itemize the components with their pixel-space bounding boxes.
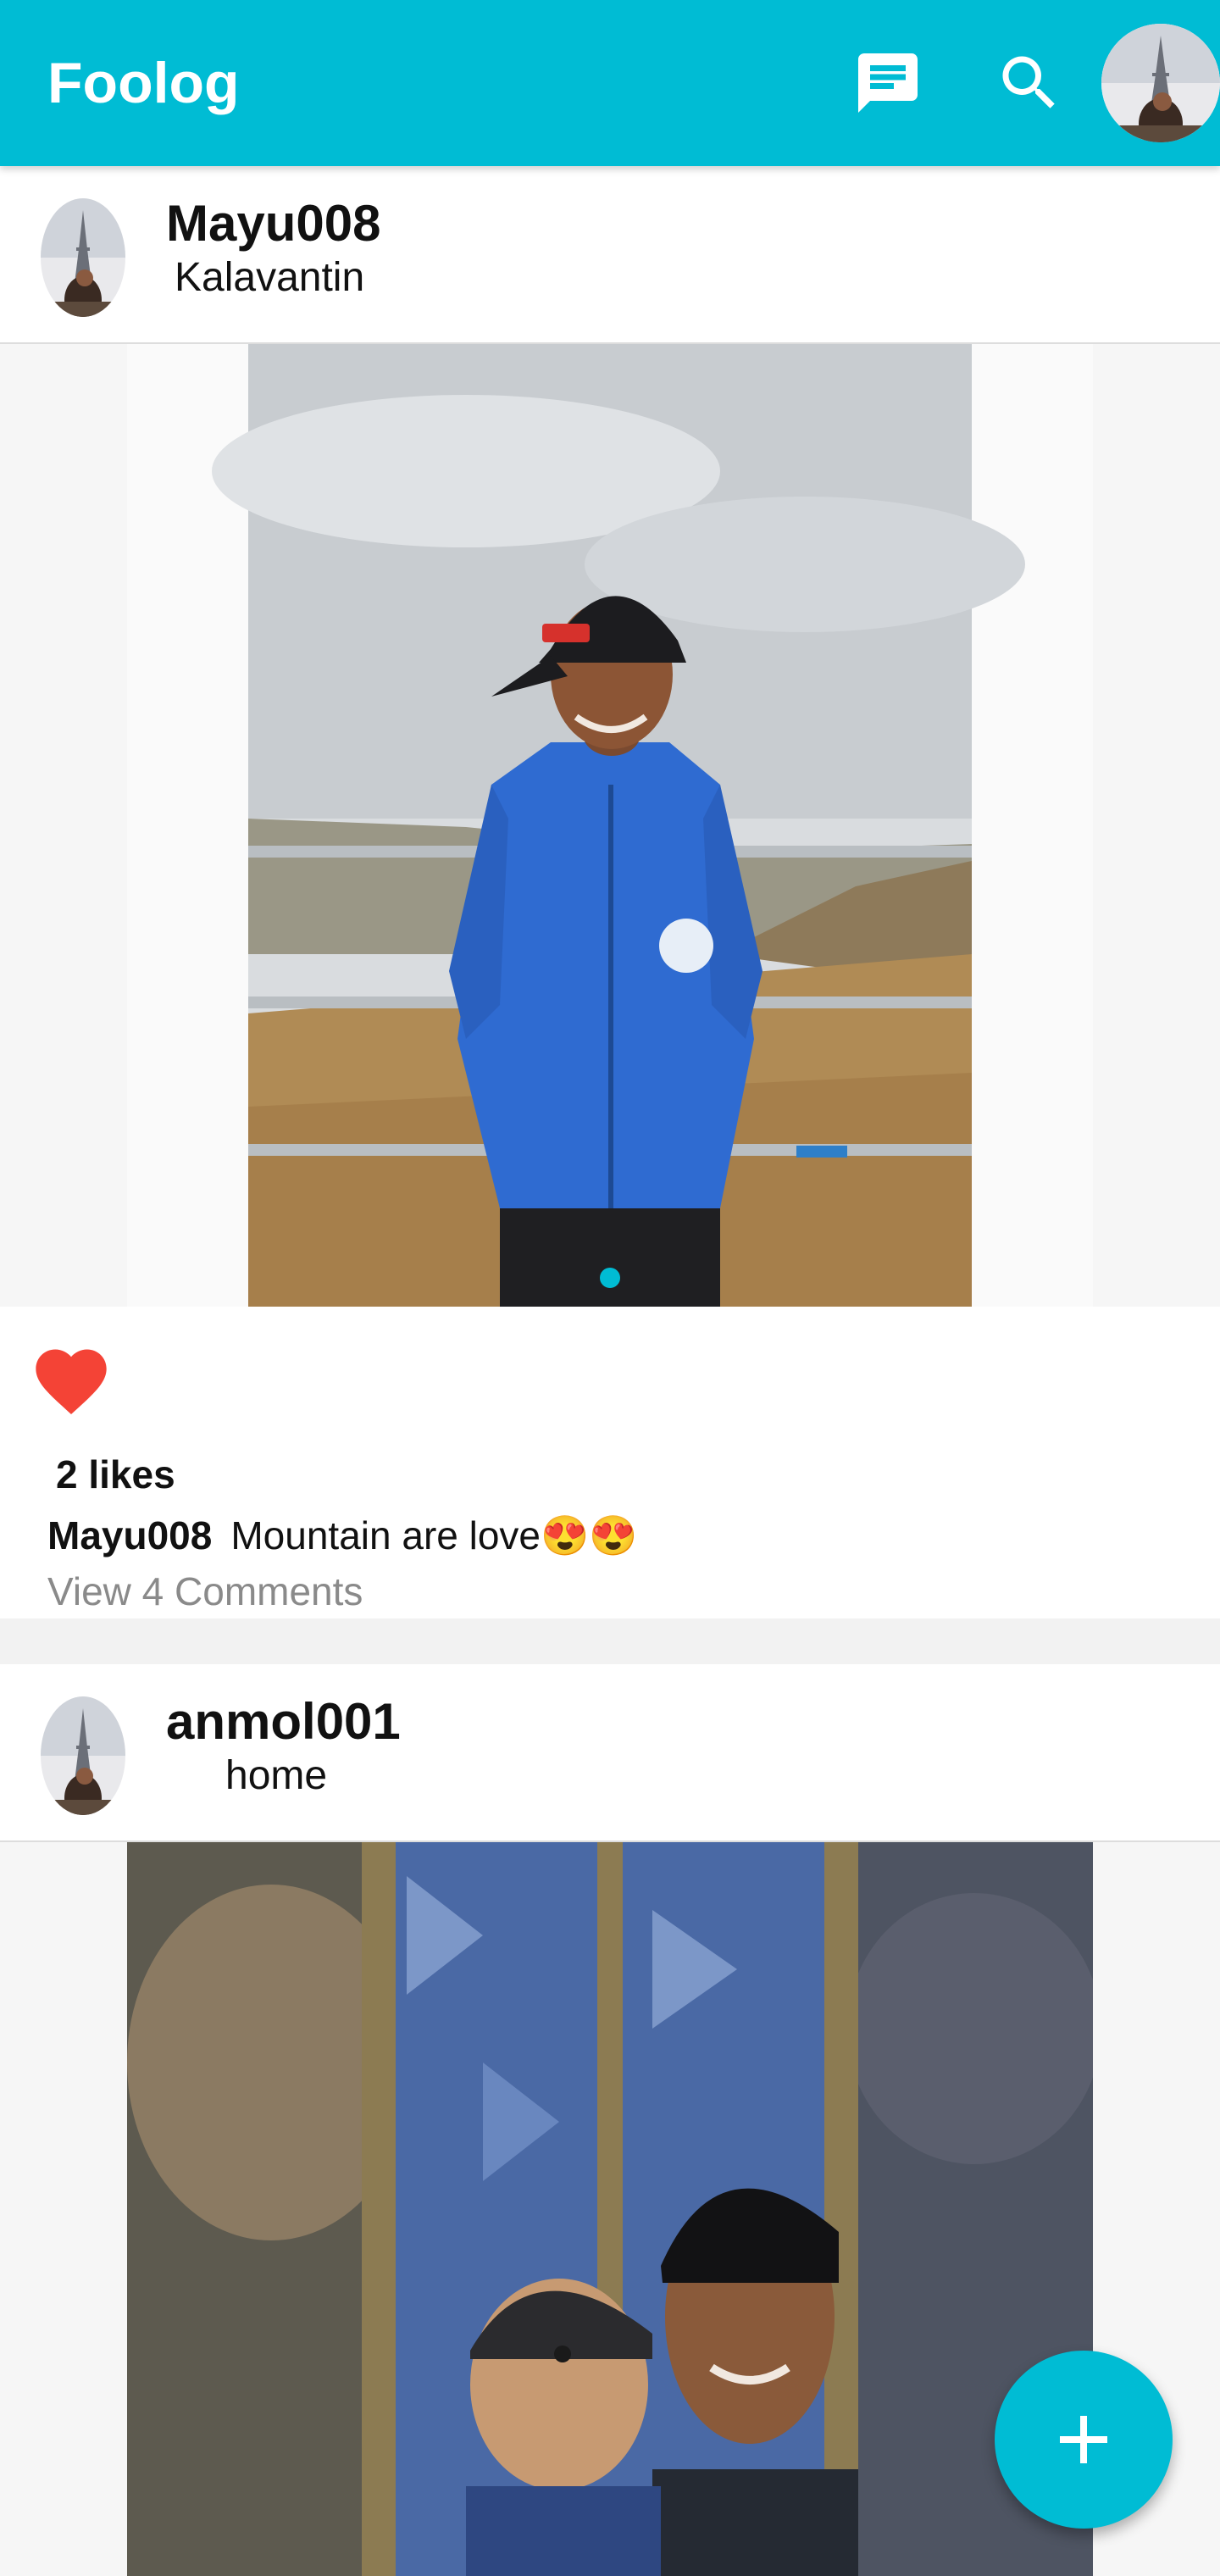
avatar-image <box>41 1696 125 1815</box>
post-photo <box>127 344 1093 1307</box>
post-image-frame <box>127 1842 1093 2576</box>
carousel-indicator <box>600 1268 620 1288</box>
post-header: anmol001 home <box>0 1664 1220 1842</box>
caption-username[interactable]: Mayu008 <box>47 1513 212 1557</box>
messages-button[interactable] <box>846 41 930 125</box>
post-image-frame <box>127 344 1093 1307</box>
like-button[interactable] <box>29 1339 114 1424</box>
post-location: Kalavantin <box>175 255 365 300</box>
user-avatar[interactable] <box>41 198 125 317</box>
search-button[interactable] <box>987 41 1072 125</box>
app-title: Foolog <box>47 51 240 115</box>
app-bar: Foolog <box>0 0 1220 166</box>
post-actions: 2 likes Mayu008 Mountain are love😍😍 View … <box>0 1307 1220 1618</box>
profile-avatar[interactable] <box>1101 24 1220 142</box>
post-photo <box>127 1842 1093 2576</box>
post-media[interactable] <box>0 344 1220 1307</box>
search-icon <box>1002 56 1055 108</box>
heart-icon <box>36 1349 107 1414</box>
post-location: home <box>225 1753 328 1798</box>
add-post-button[interactable] <box>995 2351 1173 2529</box>
post-username[interactable]: Mayu008 <box>166 193 380 254</box>
post-username[interactable]: anmol001 <box>166 1691 401 1752</box>
avatar-image <box>41 198 125 317</box>
post-divider <box>0 1618 1220 1664</box>
view-comments-link[interactable]: View 4 Comments <box>47 1566 363 1617</box>
post-header: Mayu008 Kalavantin <box>0 166 1220 344</box>
message-icon <box>858 53 918 113</box>
post-caption: Mayu008 Mountain are love😍😍 <box>47 1510 638 1561</box>
plus-icon <box>1060 2416 1107 2463</box>
avatar-image <box>1101 24 1220 142</box>
caption-text: Mountain are love😍😍 <box>230 1513 638 1557</box>
likes-count: 2 likes <box>56 1452 175 1496</box>
user-avatar[interactable] <box>41 1696 125 1815</box>
